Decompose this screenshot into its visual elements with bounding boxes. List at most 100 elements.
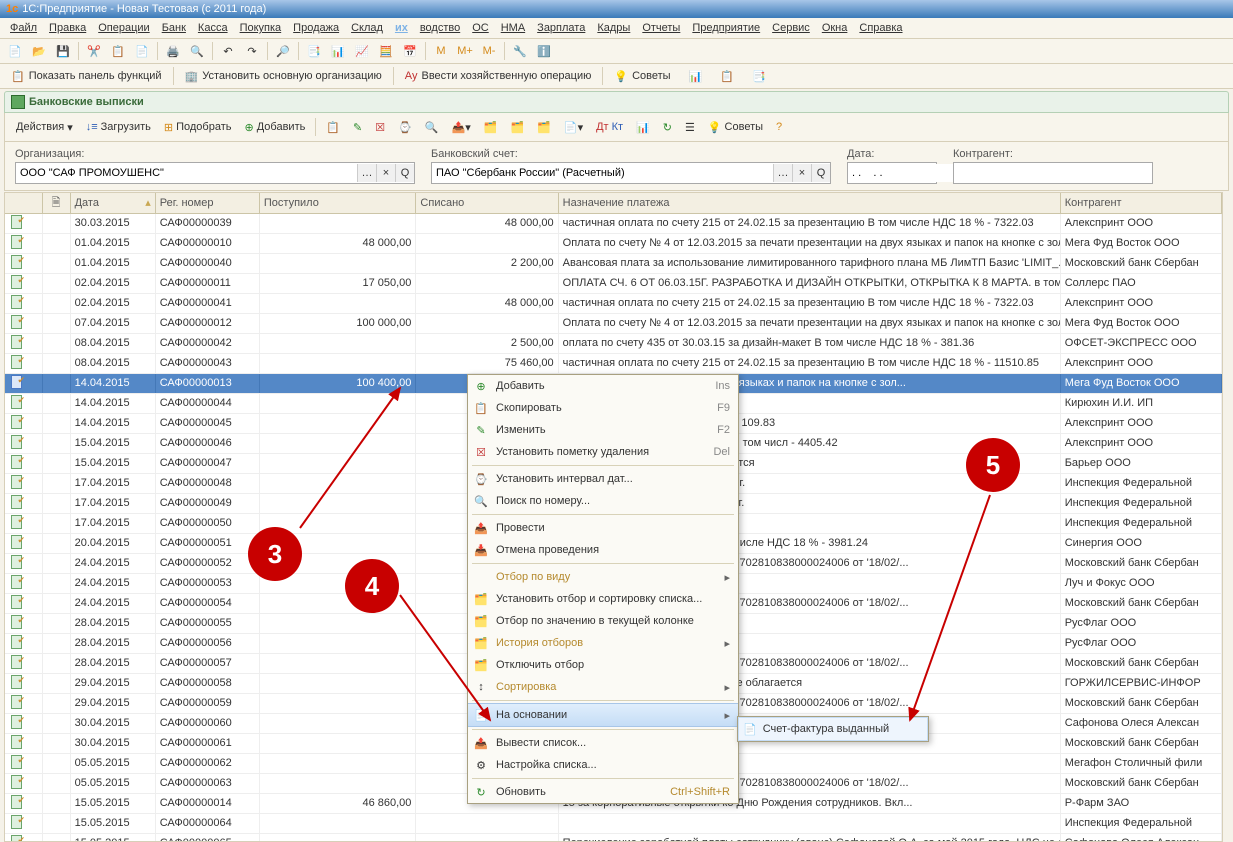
report-icon[interactable]: 📊 xyxy=(631,118,655,137)
acc-field[interactable]: … × Q xyxy=(431,162,831,184)
ctx-добавить[interactable]: ⊕ДобавитьIns xyxy=(468,375,738,397)
search-num-icon[interactable]: 🔍 xyxy=(420,118,444,137)
menu-зарплата[interactable]: Зарплата xyxy=(531,18,591,38)
menu-правка[interactable]: Правка xyxy=(43,18,92,38)
table-row[interactable]: 15.05.2015САФ00000065Перечисление зарабо… xyxy=(5,834,1222,842)
ka-input[interactable] xyxy=(954,164,1152,182)
col-icon[interactable] xyxy=(5,193,43,213)
menu-сервис[interactable]: Сервис xyxy=(766,18,816,38)
menu-справка[interactable]: Справка xyxy=(853,18,908,38)
ctx-на-основании[interactable]: 📄На основании▸ xyxy=(468,703,738,727)
ctx-скопировать[interactable]: 📋СкопироватьF9 xyxy=(468,397,738,419)
ctx-провести[interactable]: 📤Провести xyxy=(468,517,738,539)
col-purpose[interactable]: Назначение платежа xyxy=(559,193,1061,213)
doc1-icon[interactable]: 📑 xyxy=(303,40,325,62)
tips-button[interactable]: 💡Советы xyxy=(607,67,677,86)
doc2-icon[interactable]: 📊 xyxy=(327,40,349,62)
menu-отчеты[interactable]: Отчеты xyxy=(636,18,686,38)
table-row[interactable]: 02.04.2015САФ0000004148 000,00частичная … xyxy=(5,294,1222,314)
menu-special[interactable]: иx xyxy=(389,18,414,38)
menu-продажа[interactable]: Продажа xyxy=(287,18,345,38)
dk-icon[interactable]: ДтКт xyxy=(591,118,628,136)
refresh-icon[interactable]: ↻ xyxy=(658,118,677,137)
table-row[interactable]: 01.04.2015САФ0000001048 000,00Оплата по … xyxy=(5,234,1222,254)
doc3-icon[interactable]: 📈 xyxy=(351,40,373,62)
acc-open-icon[interactable]: Q xyxy=(811,164,830,182)
m-plus-icon[interactable]: M+ xyxy=(454,40,476,62)
table-row[interactable]: 15.05.2015САФ00000064Инспекция Федеральн… xyxy=(5,814,1222,834)
menu-банк[interactable]: Банк xyxy=(156,18,192,38)
ctx-поиск-по-номеру...[interactable]: 🔍Поиск по номеру... xyxy=(468,490,738,512)
interval-icon[interactable]: ⌚ xyxy=(393,118,417,137)
ka-field[interactable] xyxy=(953,162,1153,184)
col-date[interactable]: Дата▴ xyxy=(71,193,156,213)
edit-row-icon[interactable]: ✎ xyxy=(348,118,367,137)
col-reg[interactable]: Рег. номер xyxy=(156,193,260,213)
copy-icon[interactable]: 📋 xyxy=(107,40,129,62)
new-icon[interactable]: 📄 xyxy=(4,40,26,62)
base-on-icon[interactable]: 📄▾ xyxy=(559,118,588,137)
settings-icon[interactable]: 🔧 xyxy=(509,40,531,62)
acc-clear-icon[interactable]: × xyxy=(792,164,811,182)
col-outcome[interactable]: Списано xyxy=(416,193,558,213)
redo-icon[interactable]: ↷ xyxy=(241,40,263,62)
post-icon[interactable]: 📤▾ xyxy=(447,118,476,137)
ctx-отбор-по-значению-в-текущей-колонке[interactable]: 🗂️Отбор по значению в текущей колонке xyxy=(468,610,738,632)
m-icon[interactable]: M xyxy=(430,40,452,62)
ctx-история-отборов[interactable]: 🗂️История отборов▸ xyxy=(468,632,738,654)
add-button[interactable]: ⊕Добавить xyxy=(240,118,311,137)
acc-select-icon[interactable]: … xyxy=(773,164,792,182)
print-icon[interactable]: 🖨️ xyxy=(162,40,184,62)
filter-col-icon[interactable]: 🗂️ xyxy=(505,118,529,137)
date-field[interactable]: ▦ × xyxy=(847,162,937,184)
cal-icon[interactable]: 📅 xyxy=(399,40,421,62)
set-org-button[interactable]: 🏢Установить основную организацию xyxy=(178,67,389,86)
submenu-invoice-issued[interactable]: 📄 Счет-фактура выданный xyxy=(738,717,928,741)
copy-row-icon[interactable]: 📋 xyxy=(321,118,345,137)
menu-предприятие[interactable]: Предприятие xyxy=(686,18,766,38)
menu-водство[interactable]: водство xyxy=(414,18,466,38)
pick-button[interactable]: ⊞Подобрать xyxy=(159,118,237,137)
ctx-сортировка[interactable]: ↕Сортировка▸ xyxy=(468,676,738,698)
table-row[interactable]: 01.04.2015САФ000000402 200,00Авансовая п… xyxy=(5,254,1222,274)
enter-op-button[interactable]: АуВвести хозяйственную операцию xyxy=(398,67,599,85)
delete-row-icon[interactable]: ☒ xyxy=(370,118,390,137)
acc-input[interactable] xyxy=(432,164,773,182)
menu-окна[interactable]: Окна xyxy=(816,18,854,38)
open-icon[interactable]: 📂 xyxy=(28,40,50,62)
misc2-icon[interactable]: 📋 xyxy=(713,67,741,86)
ctx-настройка-списка...[interactable]: ⚙Настройка списка... xyxy=(468,754,738,776)
org-clear-icon[interactable]: × xyxy=(376,164,395,182)
org-select-icon[interactable]: … xyxy=(357,164,376,182)
find-icon[interactable]: 🔎 xyxy=(272,40,294,62)
preview-icon[interactable]: 🔍 xyxy=(186,40,208,62)
menu-операции[interactable]: Операции xyxy=(92,18,155,38)
paste-icon[interactable]: 📄 xyxy=(131,40,153,62)
actions-dropdown[interactable]: Действия▾ xyxy=(11,118,78,137)
cut-icon[interactable]: ✂️ xyxy=(83,40,105,62)
menu-нма[interactable]: НМА xyxy=(495,18,531,38)
table-row[interactable]: 08.04.2015САФ0000004375 460,00частичная … xyxy=(5,354,1222,374)
load-button[interactable]: ↓≡Загрузить xyxy=(81,118,156,136)
filter-off-icon[interactable]: 🗂️ xyxy=(532,118,556,137)
ctx-отбор-по-виду[interactable]: Отбор по виду▸ xyxy=(468,566,738,588)
tips2-button[interactable]: 💡Советы xyxy=(703,118,768,137)
ctx-вывести-список...[interactable]: 📤Вывести список... xyxy=(468,732,738,754)
org-field[interactable]: … × Q xyxy=(15,162,415,184)
misc3-icon[interactable]: 📑 xyxy=(745,67,773,86)
menu-файл[interactable]: Файл xyxy=(4,18,43,38)
org-open-icon[interactable]: Q xyxy=(395,164,414,182)
menu-ос[interactable]: ОС xyxy=(466,18,495,38)
help-icon[interactable]: ℹ️ xyxy=(533,40,555,62)
ctx-отключить-отбор[interactable]: 🗂️Отключить отбор xyxy=(468,654,738,676)
table-row[interactable]: 07.04.2015САФ00000012100 000,00Оплата по… xyxy=(5,314,1222,334)
menu-склад[interactable]: Склад xyxy=(345,18,389,38)
col-counterparty[interactable]: Контрагент xyxy=(1061,193,1222,213)
menu-кадры[interactable]: Кадры xyxy=(591,18,636,38)
menu-покупка[interactable]: Покупка xyxy=(234,18,288,38)
list-icon[interactable]: ☰ xyxy=(680,118,700,137)
org-input[interactable] xyxy=(16,164,357,182)
misc1-icon[interactable]: 📊 xyxy=(682,67,710,86)
table-row[interactable]: 08.04.2015САФ000000422 500,00оплата по с… xyxy=(5,334,1222,354)
ctx-отмена-проведения[interactable]: 📥Отмена проведения xyxy=(468,539,738,561)
